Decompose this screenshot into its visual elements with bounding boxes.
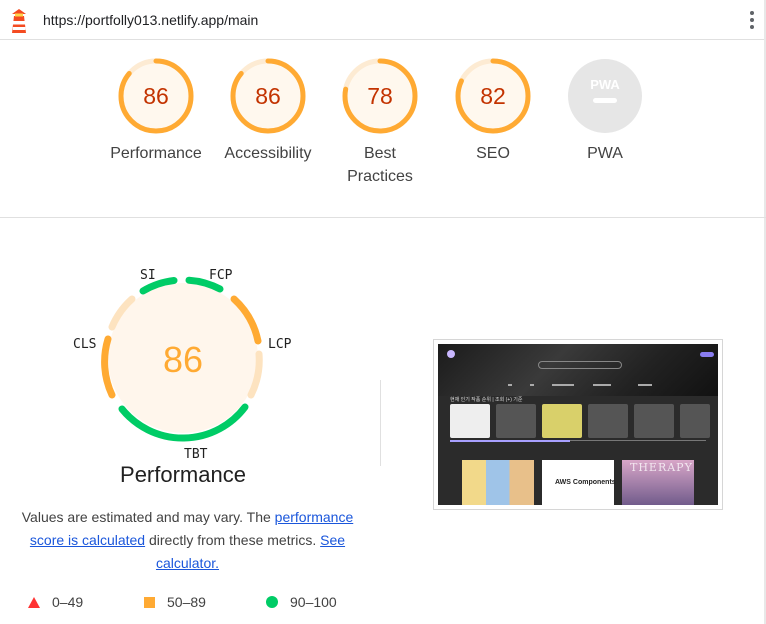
seo-gauge-ring: 82	[455, 58, 531, 134]
legend-average: 50–89	[144, 594, 206, 610]
fail-triangle-icon	[28, 596, 40, 608]
metric-label-cls[interactable]: CLS	[73, 337, 96, 352]
metric-rings: 86	[101, 276, 263, 442]
accessibility-gauge-ring: 86	[230, 58, 306, 134]
gauge-pwa[interactable]: PWA PWA	[549, 58, 661, 165]
legend-pass: 90–100	[266, 594, 337, 610]
best-practices-gauge-ring: 78	[342, 58, 418, 134]
gauge-label-pwa: PWA	[587, 145, 623, 162]
pwa-badge-text: PWA	[590, 77, 620, 92]
gauge-performance[interactable]: 86 Performance	[100, 58, 212, 165]
performance-big-score: 86	[163, 339, 203, 380]
metric-label-si[interactable]: SI	[140, 268, 156, 283]
gauge-best-practices[interactable]: 78 Best Practices	[324, 58, 436, 188]
legend-fail-label: 0–49	[52, 594, 84, 610]
gauge-label-best-practices: Best Practices	[347, 145, 413, 185]
score-legend: 0–49 50–89 90–100	[0, 594, 380, 616]
performance-score: 86	[143, 83, 169, 109]
report-header: https://portfolly013.netlify.app/main	[0, 0, 766, 624]
metric-label-fcp[interactable]: FCP	[209, 268, 232, 283]
pwa-badge-icon: PWA	[568, 59, 642, 133]
metric-label-lcp[interactable]: LCP	[268, 337, 291, 352]
final-screenshot-thumbnail[interactable]: 현재 인기 작품 순위 | 조회 (+) 기준 AWS Components T…	[433, 339, 723, 510]
metric-label-tbt[interactable]: TBT	[184, 447, 207, 462]
performance-detail-gauge: 86 SI FCP LCP TBT CLS	[60, 258, 310, 462]
pass-circle-icon	[266, 596, 278, 608]
performance-gauge-ring: 86	[118, 58, 194, 134]
legend-average-label: 50–89	[167, 594, 206, 610]
legend-pass-label: 90–100	[290, 594, 337, 610]
score-note: Values are estimated and may vary. The p…	[10, 506, 365, 575]
gauge-label-seo: SEO	[476, 145, 510, 162]
performance-title: Performance	[120, 462, 246, 487]
gauge-label-performance: Performance	[110, 145, 202, 162]
page-url[interactable]: https://portfolly013.netlify.app/main	[43, 12, 258, 28]
screenshot-tile-title: AWS Components	[555, 479, 616, 486]
legend-fail: 0–49	[28, 594, 83, 610]
accessibility-score: 86	[255, 83, 281, 109]
more-options-icon[interactable]	[745, 9, 759, 31]
lighthouse-logo-icon	[12, 9, 26, 33]
gauge-accessibility[interactable]: 86 Accessibility	[212, 58, 324, 165]
seo-score: 82	[480, 83, 506, 109]
screenshot-tile3-title: THERAPY	[630, 461, 693, 474]
average-square-icon	[144, 596, 155, 608]
best-practices-score: 78	[367, 83, 393, 109]
screenshot-section-label: 현재 인기 작품 순위 | 조회 (+) 기준	[450, 397, 523, 403]
note-prefix: Values are estimated and may vary. The	[21, 509, 275, 525]
screenshot-image: 현재 인기 작품 순위 | 조회 (+) 기준 AWS Components T…	[438, 344, 718, 505]
category-gauges: 86 Performance 86 Accessibility 78 Best …	[0, 40, 766, 218]
gauge-seo[interactable]: 82 SEO	[437, 58, 549, 165]
vertical-divider	[380, 380, 381, 466]
note-middle: directly from these metrics.	[145, 532, 317, 548]
gauge-label-accessibility: Accessibility	[224, 145, 312, 162]
